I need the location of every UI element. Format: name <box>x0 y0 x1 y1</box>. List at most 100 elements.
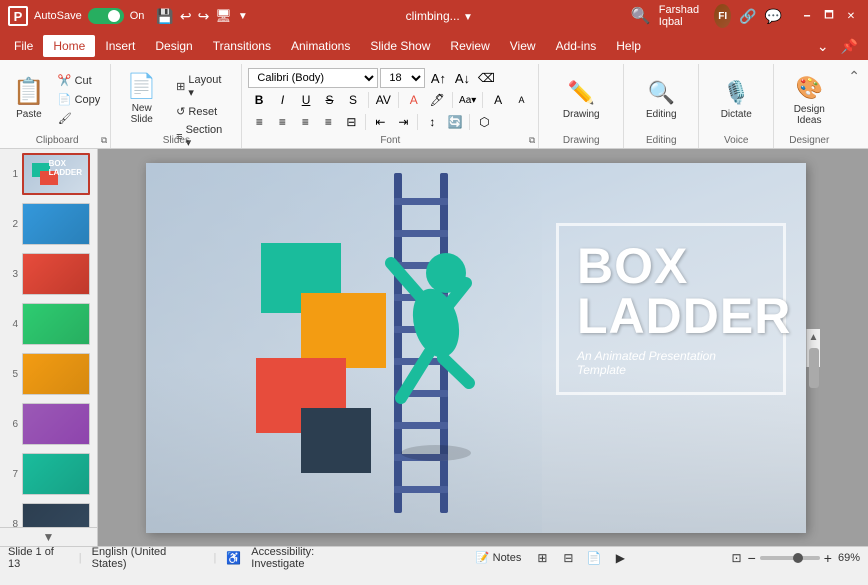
paste-button[interactable]: 📋 Paste <box>8 68 50 128</box>
menu-design[interactable]: Design <box>145 35 202 57</box>
menu-home[interactable]: Home <box>43 35 95 57</box>
notes-button[interactable]: 📝 Notes <box>470 549 527 566</box>
editing-button[interactable]: 🔍 Editing <box>636 70 686 130</box>
reset-button[interactable]: ↺ Reset <box>170 103 235 120</box>
layout-button[interactable]: ⊞ Layout ▾ <box>170 72 235 101</box>
line-spacing-button[interactable]: ↕ <box>421 112 443 132</box>
zoom-level[interactable]: 69% <box>838 552 860 564</box>
slide-item-7[interactable]: 7 <box>0 449 97 499</box>
slide-canvas[interactable]: BOX LADDER An Animated Presentation Temp… <box>146 163 806 533</box>
ribbon-pin-icon[interactable]: 📌 <box>835 38 864 55</box>
autosave-toggle[interactable] <box>88 8 124 24</box>
menu-slideshow[interactable]: Slide Show <box>360 35 440 57</box>
close-button[interactable]: ✕ <box>842 9 860 23</box>
save-icon[interactable]: 💾 <box>156 8 173 25</box>
menu-animations[interactable]: Animations <box>281 35 360 57</box>
avatar: FI <box>714 4 731 28</box>
strikethrough-button[interactable]: S <box>319 90 340 110</box>
cut-icon: ✂️ <box>58 74 72 87</box>
ribbon-collapse-button[interactable]: ⌃ <box>848 68 860 85</box>
justify-button[interactable]: ≡ <box>317 112 339 132</box>
menu-file[interactable]: File <box>4 35 43 57</box>
title-center: climbing... ▼ <box>248 9 631 23</box>
font-name-select[interactable]: Calibri (Body) <box>248 68 378 88</box>
menu-addins[interactable]: Add-ins <box>546 35 607 57</box>
menu-insert[interactable]: Insert <box>95 35 145 57</box>
cut-button[interactable]: ✂️ Cut <box>52 72 106 89</box>
align-right-button[interactable]: ≡ <box>294 112 316 132</box>
slide-item-2[interactable]: 2 <box>0 199 97 249</box>
italic-button[interactable]: I <box>272 90 293 110</box>
align-center-button[interactable]: ≡ <box>271 112 293 132</box>
font-size-select[interactable]: 18 <box>380 68 425 88</box>
dictate-icon: 🎙️ <box>723 80 750 106</box>
bold-button[interactable]: B <box>248 90 269 110</box>
slide-content: BOX LADDER An Animated Presentation Temp… <box>146 163 806 533</box>
text-highlight-button[interactable]: 🖊 <box>427 90 448 110</box>
new-slide-button[interactable]: 📄 NewSlide <box>117 68 166 128</box>
smart-art-button[interactable]: ⬡ <box>473 112 495 132</box>
indent-inc-button[interactable]: ⇥ <box>392 112 414 132</box>
menu-review[interactable]: Review <box>440 35 499 57</box>
slide-text-box: BOX LADDER An Animated Presentation Temp… <box>556 223 786 395</box>
ribbon-group-slides: 📄 NewSlide ⊞ Layout ▾ ↺ Reset ≡ Section … <box>111 64 242 148</box>
fit-button[interactable]: ⊡ <box>732 551 742 565</box>
zoom-slider[interactable] <box>760 556 820 560</box>
minimize-button[interactable]: 🗕 <box>798 9 816 23</box>
menu-view[interactable]: View <box>500 35 546 57</box>
dictate-button[interactable]: 🎙️ Dictate <box>711 70 761 130</box>
uppercase-button[interactable]: Aa▾ <box>457 90 478 110</box>
char-spacing-button[interactable]: AV <box>373 90 394 110</box>
main-area: 1 BOXLADDER 2 3 4 5 <box>0 149 868 546</box>
slide-item-1[interactable]: 1 BOXLADDER <box>0 149 97 199</box>
reading-view-button[interactable]: 📄 <box>583 549 605 567</box>
slideshow-view-button[interactable]: ▶ <box>609 549 631 567</box>
format-painter-button[interactable]: 🖌 <box>52 110 106 127</box>
slide-item-5[interactable]: 5 <box>0 349 97 399</box>
underline-button[interactable]: U <box>295 90 316 110</box>
redo-icon[interactable]: ↪ <box>198 8 210 25</box>
accessibility-status[interactable]: Accessibility: Investigate <box>251 546 370 570</box>
canvas-scrollbar: ▲ ▼ <box>806 329 820 367</box>
slide-thumb-4 <box>22 303 90 345</box>
font-size-aa-button[interactable]: A <box>487 90 508 110</box>
share-icon[interactable]: 🔗 <box>739 8 756 25</box>
font-expander-icon[interactable]: ⧉ <box>529 135 535 146</box>
maximize-button[interactable]: 🗖 <box>820 9 838 23</box>
clear-format-button[interactable]: ⌫ <box>475 68 497 88</box>
slide-item-8[interactable]: 8 <box>0 499 97 527</box>
ribbon-collapse-icon[interactable]: ⌄ <box>811 38 835 55</box>
copy-button[interactable]: 📄 Copy <box>52 91 106 108</box>
design-ideas-icon: 🎨 <box>796 75 823 101</box>
font-size-sm-button[interactable]: A <box>511 90 532 110</box>
col-button[interactable]: ⊟ <box>340 112 362 132</box>
decrease-font-button[interactable]: A↓ <box>451 68 473 88</box>
dropdown-icon[interactable]: ▼ <box>238 11 248 22</box>
normal-view-button[interactable]: ⊞ <box>531 549 553 567</box>
font-color-button[interactable]: A <box>403 90 424 110</box>
slide-panel-scroll-down[interactable]: ▼ <box>41 528 57 546</box>
zoom-out-button[interactable]: − <box>748 550 756 566</box>
design-ideas-button[interactable]: 🎨 DesignIdeas <box>784 70 834 130</box>
comments-icon[interactable]: 💬 <box>765 8 782 25</box>
drawing-icon: ✏️ <box>568 80 595 106</box>
dropdown-filename-icon[interactable]: ▼ <box>463 12 473 23</box>
convert-button[interactable]: 🔄 <box>444 112 466 132</box>
zoom-in-button[interactable]: + <box>824 550 832 566</box>
clipboard-expander-icon[interactable]: ⧉ <box>101 135 107 146</box>
slide-item-6[interactable]: 6 <box>0 399 97 449</box>
scroll-up-button[interactable]: ▲ <box>806 329 822 346</box>
indent-dec-button[interactable]: ⇤ <box>369 112 391 132</box>
slide-sorter-button[interactable]: ⊟ <box>557 549 579 567</box>
search-icon[interactable]: 🔍 <box>631 6 651 26</box>
slide-item-3[interactable]: 3 <box>0 249 97 299</box>
shadow-button[interactable]: S <box>342 90 363 110</box>
undo-icon[interactable]: ↩ <box>180 8 192 25</box>
menu-transitions[interactable]: Transitions <box>203 35 281 57</box>
increase-font-button[interactable]: A↑ <box>427 68 449 88</box>
drawing-button[interactable]: ✏️ Drawing <box>556 70 606 130</box>
align-left-button[interactable]: ≡ <box>248 112 270 132</box>
present-icon[interactable]: 🖥 <box>215 8 232 24</box>
slide-item-4[interactable]: 4 <box>0 299 97 349</box>
menu-help[interactable]: Help <box>606 35 651 57</box>
